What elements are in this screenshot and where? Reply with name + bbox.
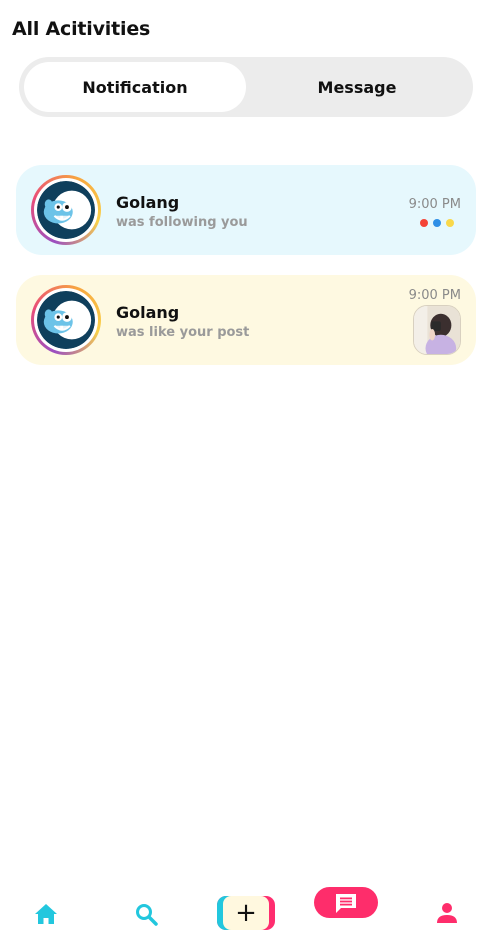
blue-dot-icon — [433, 219, 441, 227]
profile-icon[interactable] — [436, 902, 458, 924]
notification-user-name[interactable]: Golang — [116, 193, 179, 212]
tab-notification[interactable]: Notification — [24, 62, 246, 112]
notification-time: 9:00 PM — [408, 288, 461, 303]
notification-text: was like your post — [116, 325, 250, 340]
messages-button[interactable] — [314, 887, 378, 918]
post-photo-icon — [414, 306, 460, 354]
status-dots — [420, 219, 454, 227]
avatar[interactable] — [31, 175, 101, 245]
add-post-button[interactable]: + — [217, 896, 275, 930]
notification-user-name[interactable]: Golang — [116, 303, 179, 322]
red-dot-icon — [420, 219, 428, 227]
notification-card[interactable]: Golang was following you 9:00 PM — [16, 165, 476, 255]
notification-text: was following you — [116, 215, 248, 230]
page-title: All Acitivities — [12, 18, 151, 40]
plus-icon: + — [223, 896, 269, 930]
tab-switcher: Notification Message — [19, 57, 473, 117]
yellow-dot-icon — [446, 219, 454, 227]
activities-screen: All Acitivities Notification Message Gol… — [0, 0, 493, 942]
bottom-nav: + — [0, 880, 493, 942]
home-icon[interactable] — [34, 903, 58, 925]
gopher-avatar-icon — [37, 291, 95, 349]
post-thumbnail[interactable] — [413, 305, 461, 355]
notification-card[interactable]: Golang was like your post 9:00 PM — [16, 275, 476, 365]
avatar[interactable] — [31, 285, 101, 355]
gopher-avatar-icon — [37, 181, 95, 239]
notification-time: 9:00 PM — [408, 197, 461, 212]
search-icon[interactable] — [134, 902, 158, 926]
tab-message[interactable]: Message — [246, 62, 468, 112]
message-icon — [336, 893, 356, 913]
